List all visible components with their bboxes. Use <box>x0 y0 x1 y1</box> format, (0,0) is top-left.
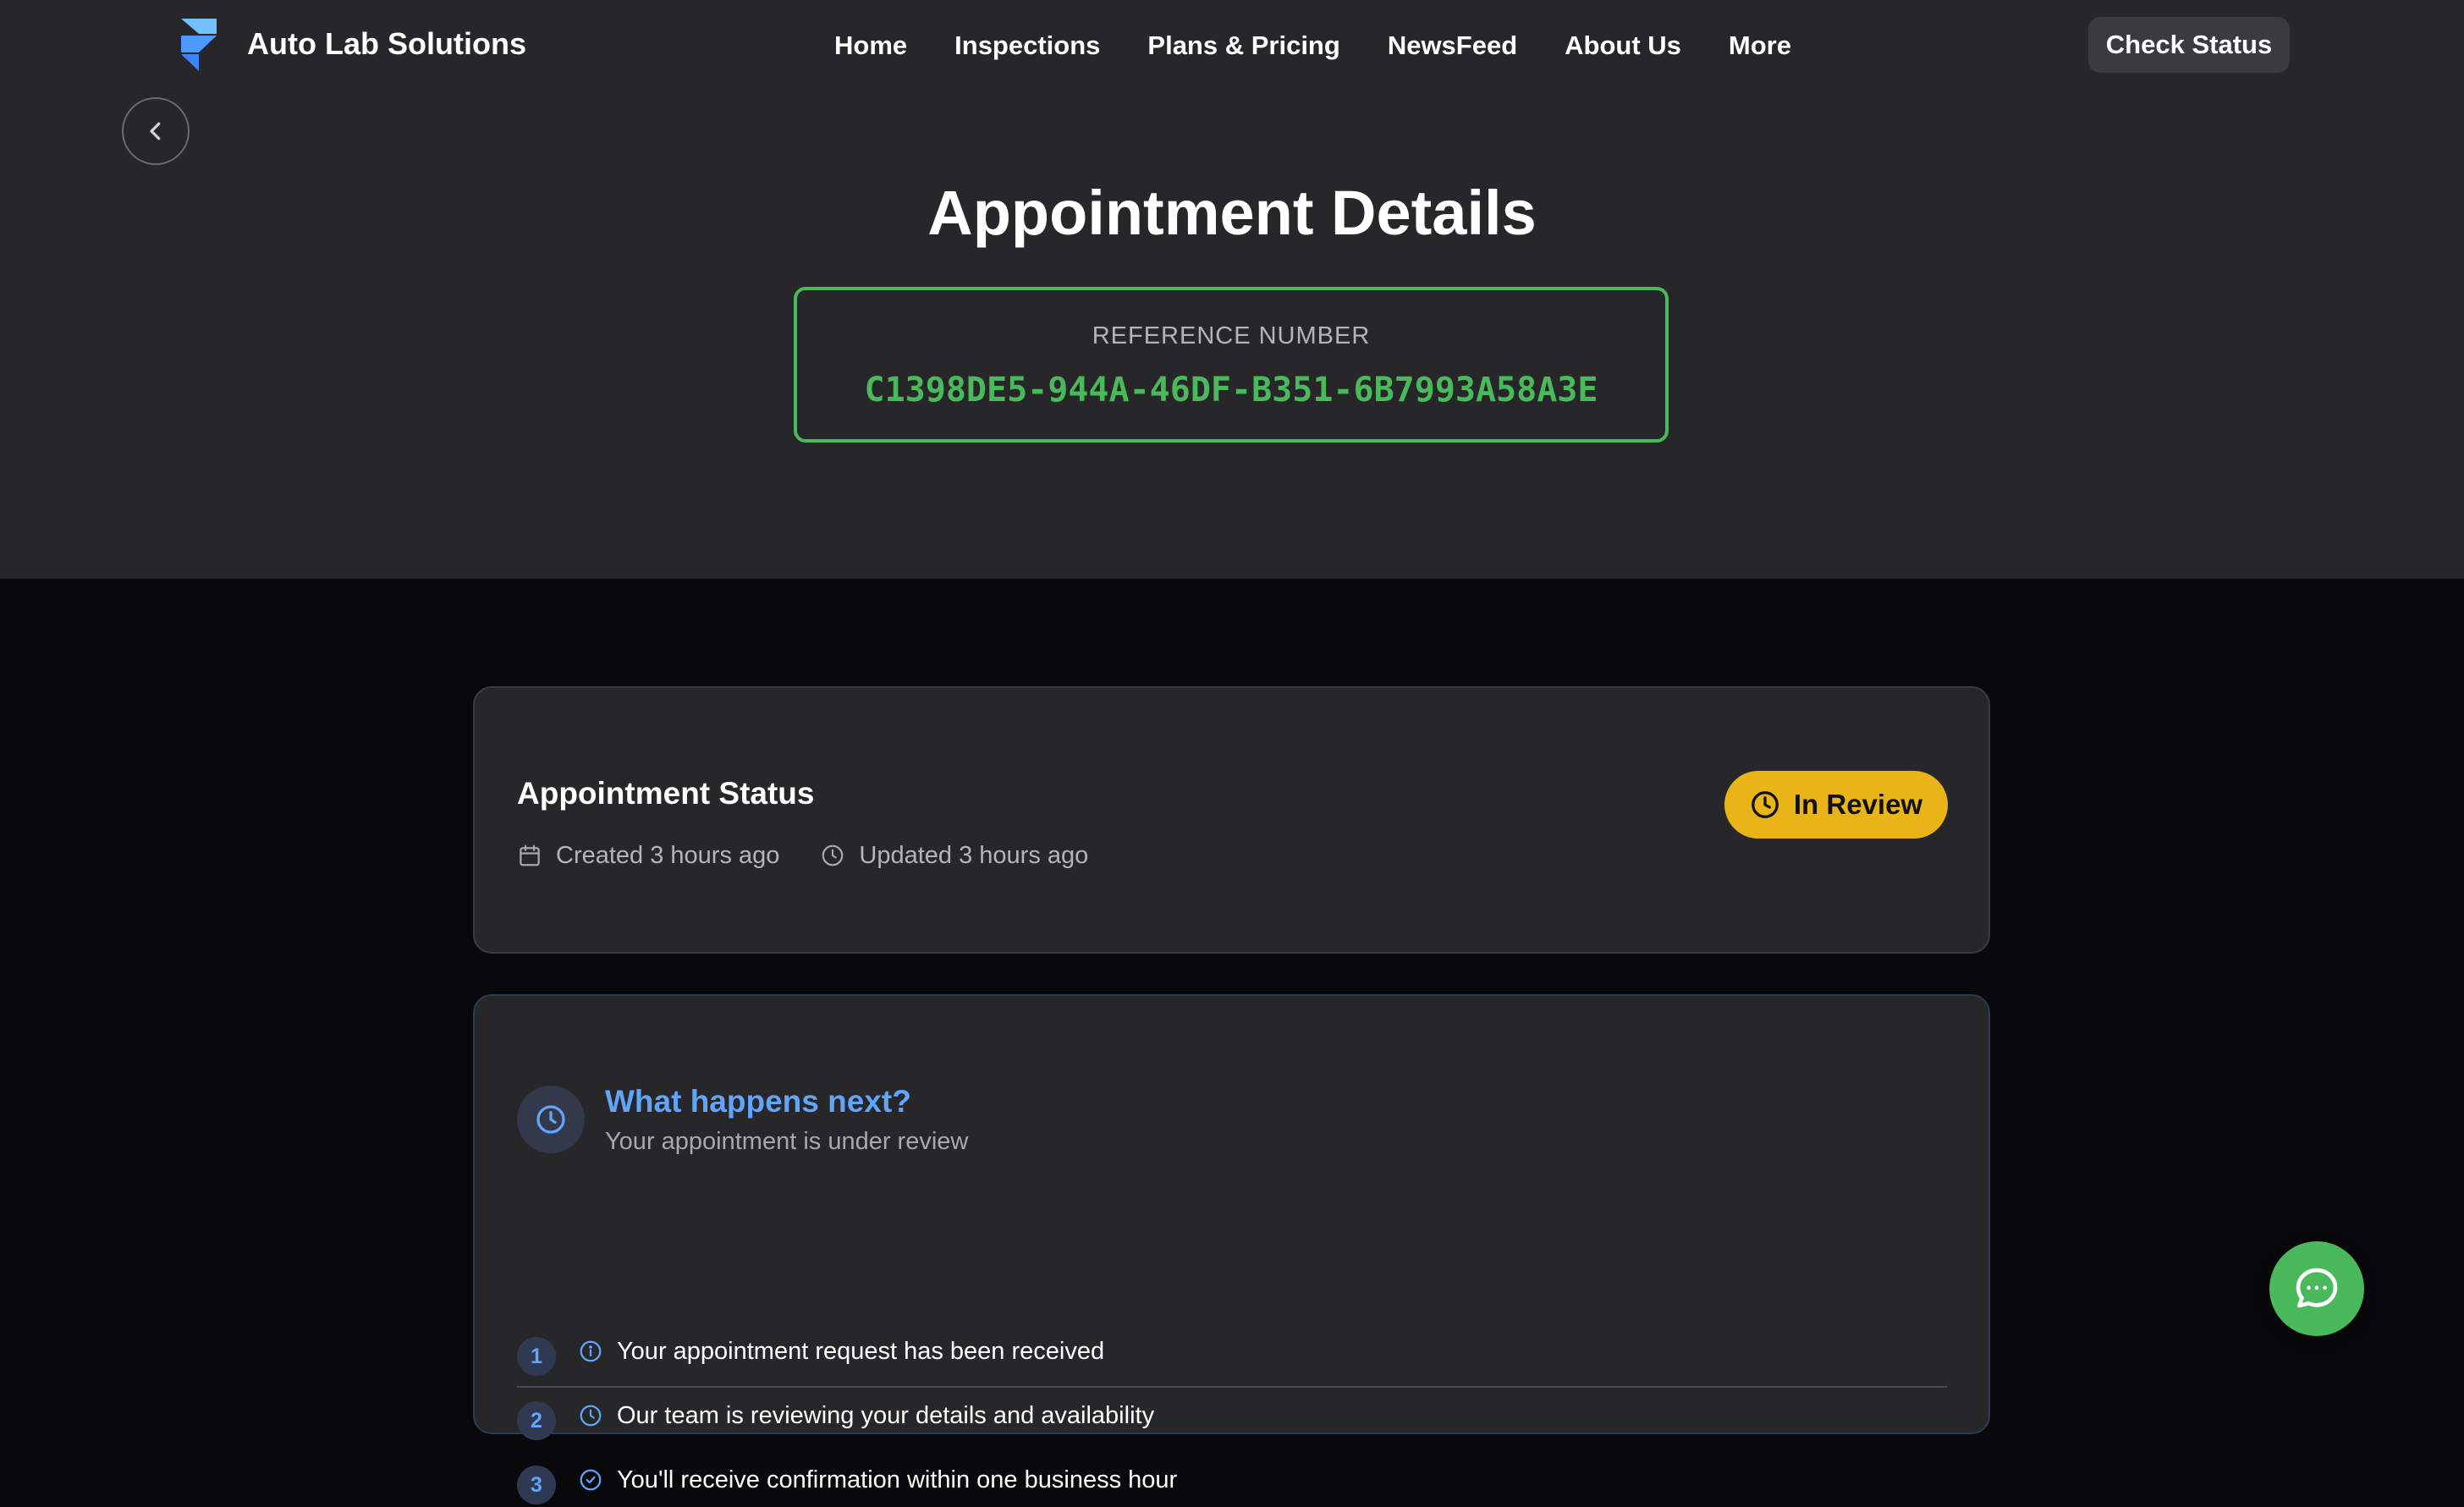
step-item: 2 Our team is reviewing your details and… <box>517 1399 1154 1443</box>
nav-link-more[interactable]: More <box>1729 27 1791 64</box>
logo-icon[interactable] <box>178 17 220 73</box>
chat-bubble-icon <box>2296 1268 2338 1308</box>
status-meta: Created 3 hours ago Updated 3 hours ago <box>517 837 1129 874</box>
appointment-status-card: Appointment Status Created 3 hours ago U… <box>473 686 1990 954</box>
updated-text: Updated 3 hours ago <box>859 842 1089 869</box>
nav-link-about-us[interactable]: About Us <box>1565 27 1681 64</box>
page-title: Appointment Details <box>927 178 1537 248</box>
updated-meta: Updated 3 hours ago <box>820 837 1088 874</box>
clock-icon <box>580 1405 602 1427</box>
nav-links: Home Inspections Plans & Pricing NewsFee… <box>834 27 1791 64</box>
brand-name[interactable]: Auto Lab Solutions <box>247 25 526 63</box>
next-steps-card: What happens next? Your appointment is u… <box>473 994 1990 1504</box>
status-card-title: Appointment Status <box>517 776 815 811</box>
top-nav: Auto Lab Solutions Home Inspections Plan… <box>0 0 2464 91</box>
step-item: 1 Your appointment request has been rece… <box>517 1334 1104 1378</box>
step-text: Our team is reviewing your details and a… <box>617 1402 1155 1429</box>
nav-link-inspections[interactable]: Inspections <box>954 27 1100 64</box>
next-steps-subtitle: Your appointment is under review <box>605 1128 969 1155</box>
check-circle-icon <box>580 1469 602 1491</box>
created-text: Created 3 hours ago <box>556 842 780 869</box>
step-number: 3 <box>517 1466 556 1504</box>
step-text: You'll receive confirmation within one b… <box>617 1466 1178 1493</box>
card-divider <box>517 1386 1947 1388</box>
reference-number: C1398DE5-944A-46DF-B351-6B7993A58A3E <box>864 371 1598 410</box>
status-badge-label: In Review <box>1793 789 1923 820</box>
reference-box: REFERENCE NUMBER C1398DE5-944A-46DF-B351… <box>794 287 1669 443</box>
step-text: Your appointment request has been receiv… <box>617 1338 1105 1365</box>
step-number: 2 <box>517 1401 556 1440</box>
clock-icon <box>536 1105 565 1134</box>
chevron-left-icon <box>150 122 161 140</box>
nav-link-newsfeed[interactable]: NewsFeed <box>1388 27 1517 64</box>
nav-link-plans-pricing[interactable]: Plans & Pricing <box>1147 27 1339 64</box>
back-button[interactable] <box>122 97 190 165</box>
next-steps-title: What happens next? <box>605 1084 911 1119</box>
step-number: 1 <box>517 1337 556 1376</box>
next-steps-icon-circle <box>517 1086 585 1153</box>
step-item: 3 You'll receive confirmation within one… <box>517 1463 1177 1507</box>
nav-link-home[interactable]: Home <box>834 27 907 64</box>
status-badge: In Review <box>1724 771 1948 839</box>
created-meta: Created 3 hours ago <box>517 837 779 874</box>
chat-button[interactable] <box>2269 1241 2364 1336</box>
clock-icon <box>1751 791 1779 818</box>
calendar-icon <box>520 844 540 866</box>
info-icon <box>580 1340 602 1362</box>
clock-icon <box>822 844 844 866</box>
reference-label: REFERENCE NUMBER <box>1092 322 1371 349</box>
check-status-button[interactable]: Check Status <box>2088 17 2290 73</box>
